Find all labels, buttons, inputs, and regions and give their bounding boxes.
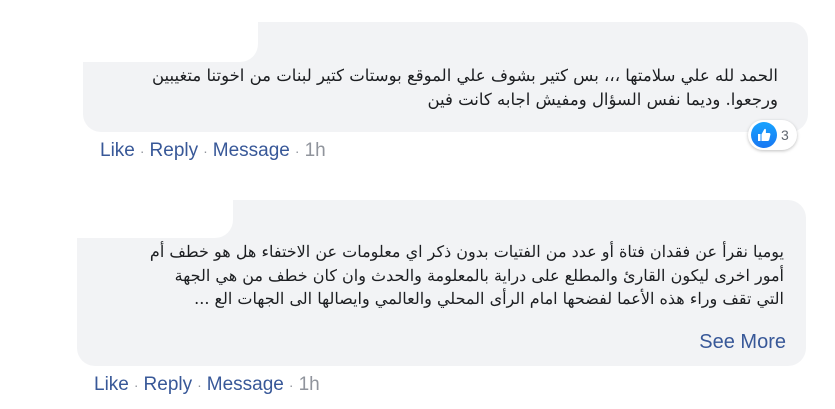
bubble-cutout xyxy=(77,200,233,238)
separator: · xyxy=(133,377,139,393)
reaction-count: 3 xyxy=(781,127,789,143)
bubble-cutout xyxy=(83,22,258,62)
comment-text-line: التي تقف وراء هذه الأعما لفضحها امام الر… xyxy=(194,289,784,308)
separator: · xyxy=(139,143,145,159)
timestamp[interactable]: 1h xyxy=(305,140,326,161)
timestamp[interactable]: 1h xyxy=(299,374,320,395)
comment-text-line: يوميا نقرأ عن فقدان فتاة أو عدد من الفتي… xyxy=(149,242,784,261)
reply-link[interactable]: Reply xyxy=(144,374,193,395)
comment-actions: Like · Reply · Message · 1h xyxy=(100,140,326,162)
reply-link[interactable]: Reply xyxy=(150,140,199,161)
comment-text-line: ورجعوا. وديما نفس السؤال ومفيش اجابه كان… xyxy=(427,90,778,109)
separator: · xyxy=(203,143,208,159)
like-link[interactable]: Like xyxy=(94,374,129,395)
comment-actions: Like · Reply · Message · 1h xyxy=(94,374,320,396)
comment-text-line: أمور اخرى ليكون القارئ والمطلع على دراية… xyxy=(174,265,784,285)
separator: · xyxy=(288,377,294,393)
separator: · xyxy=(197,377,202,393)
message-link[interactable]: Message xyxy=(213,140,290,161)
comment-text-line: الحمد لله علي سلامتها ،،، بس كتير بشوف ع… xyxy=(151,66,778,85)
reaction-counter[interactable]: 3 xyxy=(748,120,797,150)
like-icon xyxy=(751,122,777,148)
like-link[interactable]: Like xyxy=(100,140,135,161)
see-more-link[interactable]: See More xyxy=(699,331,786,355)
message-link[interactable]: Message xyxy=(207,374,284,395)
separator: · xyxy=(294,143,300,159)
